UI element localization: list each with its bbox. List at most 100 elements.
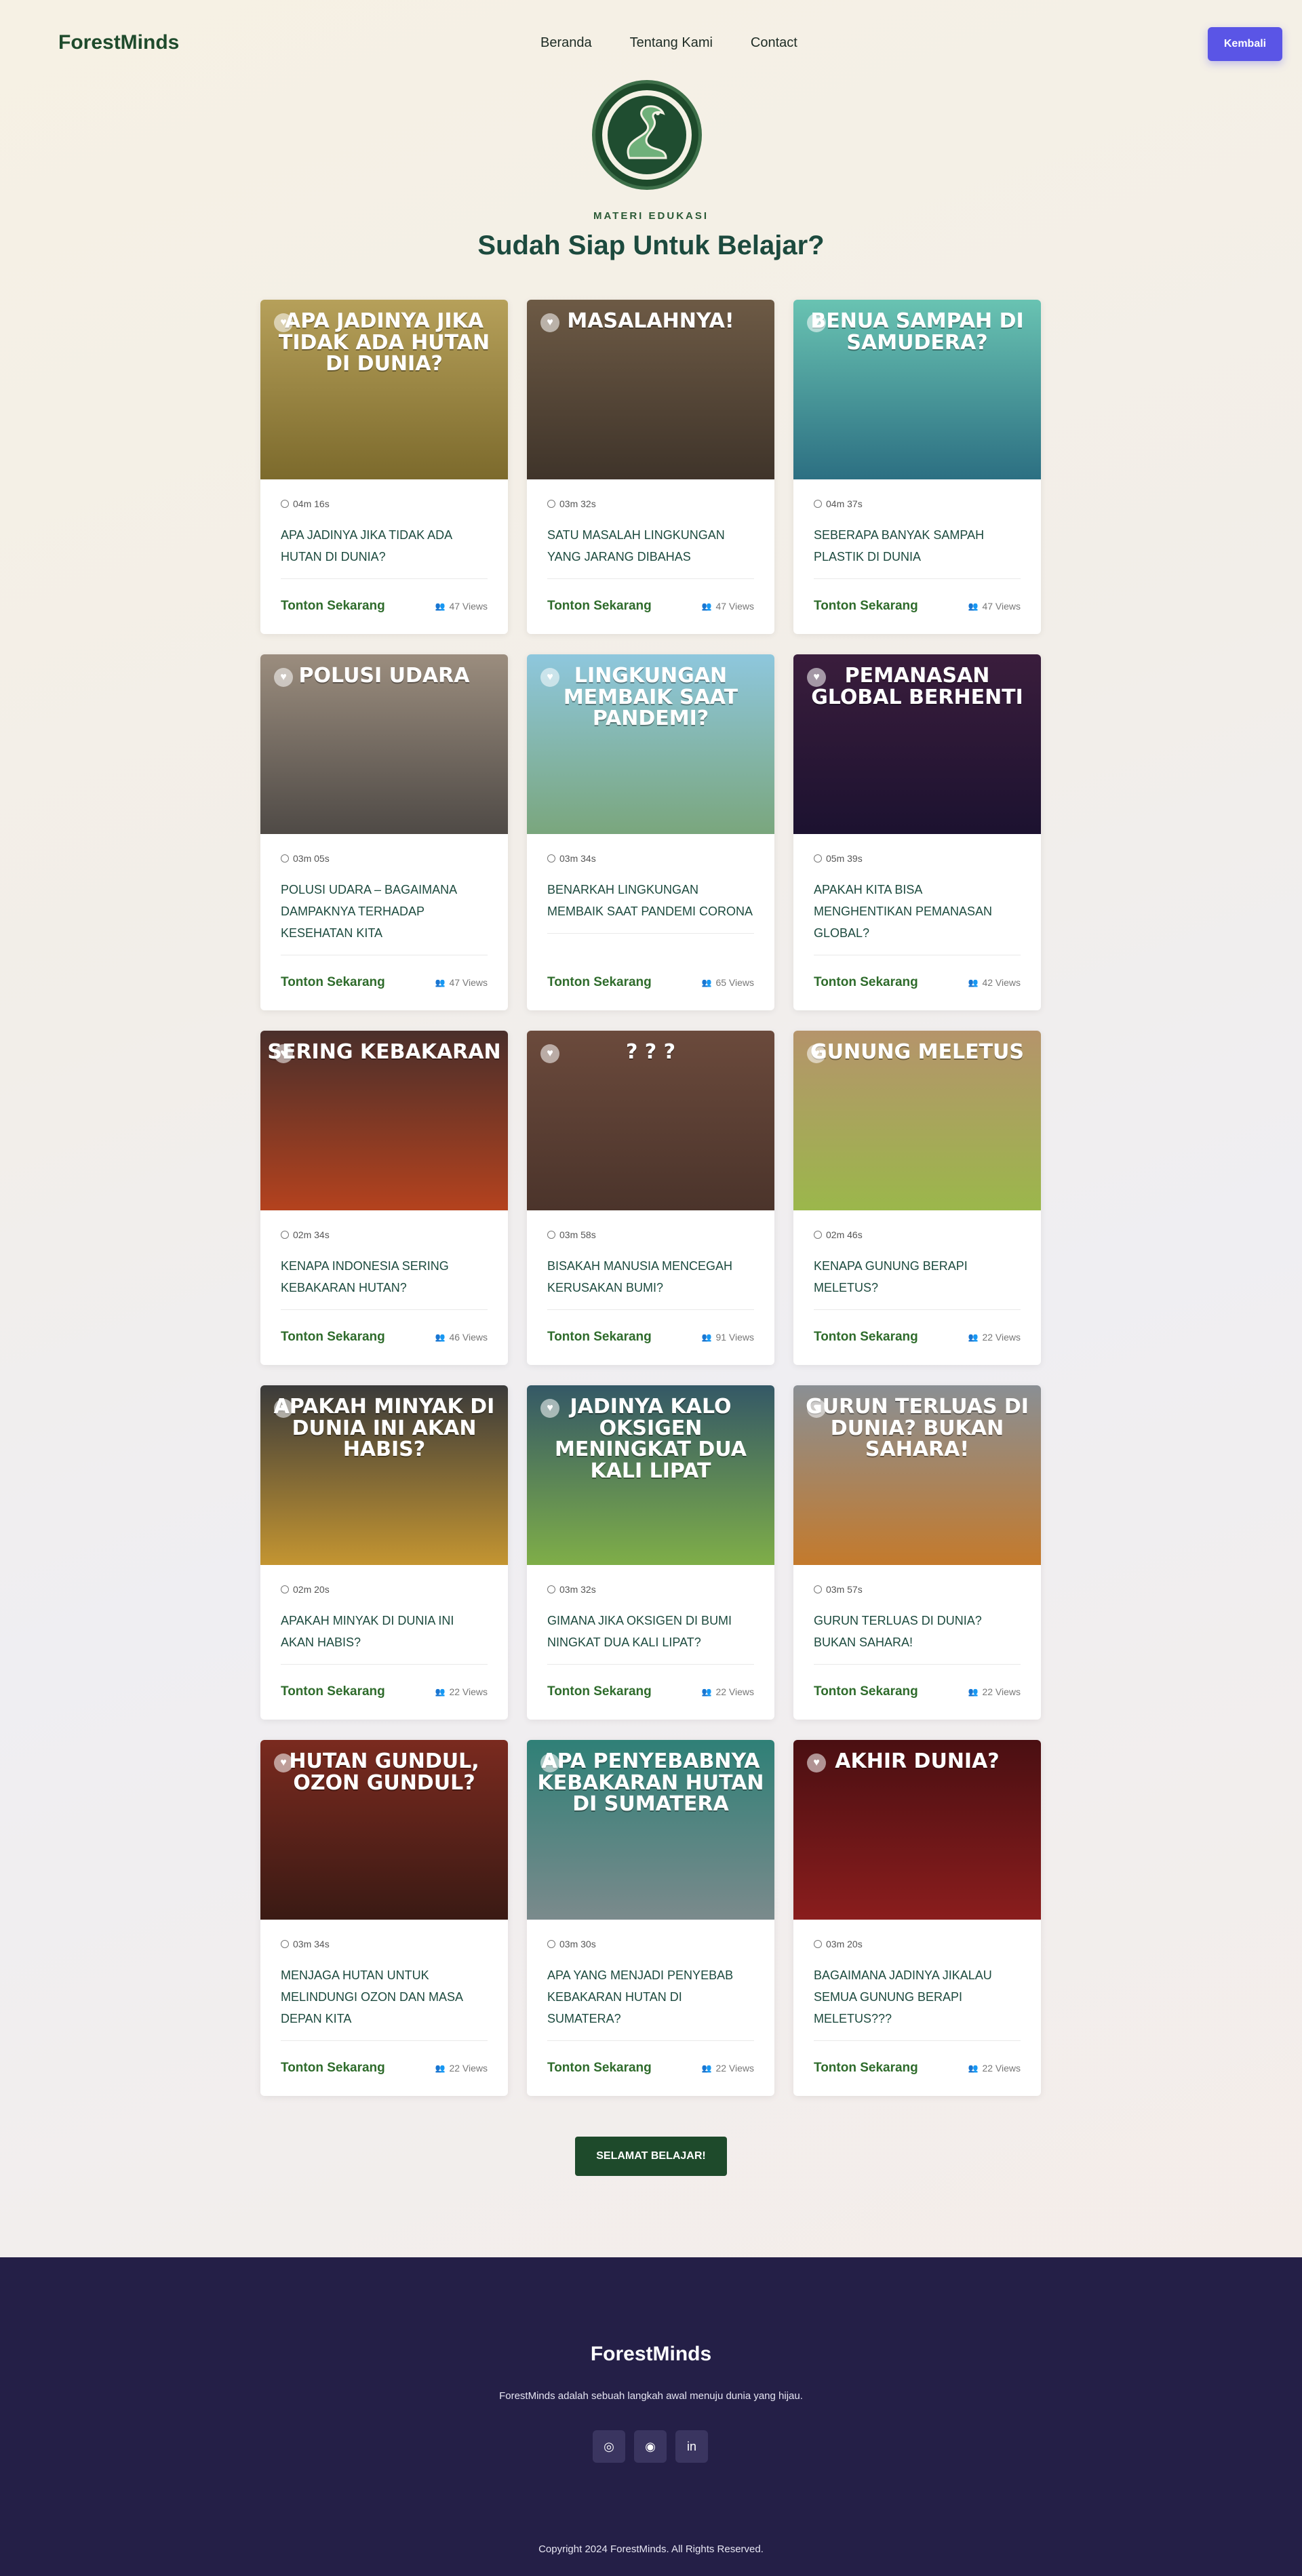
duration: 03m 34s (547, 853, 754, 864)
video-thumbnail[interactable]: ? ? ? ♥ (527, 1031, 774, 1210)
card-body: 03m 34s MENJAGA HUTAN UNTUK MELINDUNGI OZ… (260, 1920, 508, 2041)
video-card[interactable]: PEMANASAN GLOBAL BERHENTI ♥ 05m 39s APAKAH … (793, 654, 1041, 1010)
card-title[interactable]: KENAPA GUNUNG BERAPI MELETUS? (814, 1255, 1021, 1310)
video-thumbnail[interactable]: GUNUNG MELETUS ♥ (793, 1031, 1041, 1210)
heart-icon[interactable]: ♥ (540, 313, 559, 332)
video-card[interactable]: GURUN TERLUAS DI DUNIA? BUKAN SAHARA! ♥ 03… (793, 1385, 1041, 1720)
watch-now-link[interactable]: Tonton Sekarang (281, 1684, 385, 1699)
duration: 05m 39s (814, 853, 1021, 864)
duration: 03m 34s (281, 1939, 488, 1949)
heart-icon[interactable]: ♥ (807, 1399, 826, 1418)
card-title[interactable]: APAKAH KITA BISA MENGHENTIKAN PEMANASAN … (814, 879, 1021, 955)
discord-icon[interactable]: ◉ (634, 2430, 667, 2463)
video-thumbnail[interactable]: GURUN TERLUAS DI DUNIA? BUKAN SAHARA! ♥ (793, 1385, 1041, 1565)
card-title[interactable]: APA JADINYA JIKA TIDAK ADA HUTAN DI DUNI… (281, 524, 488, 579)
finish-button[interactable]: SELAMAT BELAJAR! (575, 2137, 727, 2176)
video-card[interactable]: AKHIR DUNIA? ♥ 03m 20s BAGAIMANA JADINYA JI… (793, 1740, 1041, 2096)
card-body: 02m 20s APAKAH MINYAK DI DUNIA INI AKAN H… (260, 1565, 508, 1665)
watch-now-link[interactable]: Tonton Sekarang (547, 599, 652, 614)
heart-icon[interactable]: ♥ (807, 668, 826, 687)
watch-now-link[interactable]: Tonton Sekarang (547, 975, 652, 990)
heart-icon[interactable]: ♥ (274, 1753, 293, 1772)
video-card[interactable]: ? ? ? ♥ 03m 58s BISAKAH MANUSIA MENCEGAH KE… (527, 1031, 774, 1365)
thumbnail-caption: APAKAH MINYAK DI DUNIA INI AKAN HABIS? (273, 1395, 495, 1461)
clock-icon (814, 1940, 822, 1948)
view-count-text: 22 Views (449, 2063, 488, 2074)
watch-now-link[interactable]: Tonton Sekarang (281, 975, 385, 990)
watch-now-link[interactable]: Tonton Sekarang (814, 2061, 918, 2076)
duration: 03m 20s (814, 1939, 1021, 1949)
heart-icon[interactable]: ♥ (540, 1399, 559, 1418)
nav-link-tentang-kami[interactable]: Tentang Kami (630, 35, 713, 51)
watch-now-link[interactable]: Tonton Sekarang (281, 599, 385, 614)
heart-icon[interactable]: ♥ (274, 668, 293, 687)
video-thumbnail[interactable]: APA PENYEBABNYA KEBAKARAN HUTAN DI SUMAT… (527, 1740, 774, 1920)
video-card[interactable]: BENUA SAMPAH DI SAMUDERA? ♥ 04m 37s SEBERAP… (793, 300, 1041, 634)
card-title[interactable]: GIMANA JIKA OKSIGEN DI BUMI NINGKAT DUA … (547, 1610, 754, 1665)
watch-now-link[interactable]: Tonton Sekarang (547, 1684, 652, 1699)
video-thumbnail[interactable]: APAKAH MINYAK DI DUNIA INI AKAN HABIS? ♥ (260, 1385, 508, 1565)
video-thumbnail[interactable]: MASALAHNYA! ♥ (527, 300, 774, 479)
card-footer: Tonton Sekarang 👥 47 Views (281, 975, 488, 990)
video-card[interactable]: SERING KEBAKARAN ♥ 02m 34s KENAPA INDONESIA… (260, 1031, 508, 1365)
card-title[interactable]: BAGAIMANA JADINYA JIKALAU SEMUA GUNUNG B… (814, 1964, 1021, 2041)
video-card[interactable]: HUTAN GUNDUL, OZON GUNDUL? ♥ 03m 34s MENJAG… (260, 1740, 508, 2096)
heart-icon[interactable]: ♥ (274, 313, 293, 332)
instagram-icon[interactable]: ◎ (593, 2430, 625, 2463)
heart-icon[interactable]: ♥ (807, 1044, 826, 1063)
thumbnail-caption: HUTAN GUNDUL, OZON GUNDUL? (289, 1749, 479, 1795)
heart-icon[interactable]: ♥ (274, 1044, 293, 1063)
video-card[interactable]: JADINYA KALO OKSIGEN MENINGKAT DUA KALI … (527, 1385, 774, 1720)
card-title[interactable]: SATU MASALAH LINGKUNGAN YANG JARANG DIBA… (547, 524, 754, 579)
watch-now-link[interactable]: Tonton Sekarang (281, 1330, 385, 1345)
heart-icon[interactable]: ♥ (807, 313, 826, 332)
card-title[interactable]: APA YANG MENJADI PENYEBAB KEBAKARAN HUTA… (547, 1964, 754, 2041)
video-thumbnail[interactable]: LINGKUNGAN MEMBAIK SAAT PANDEMI? ♥ (527, 654, 774, 834)
brand-logo[interactable]: ForestMinds (58, 31, 179, 54)
heart-icon[interactable]: ♥ (540, 668, 559, 687)
video-thumbnail[interactable]: HUTAN GUNDUL, OZON GUNDUL? ♥ (260, 1740, 508, 1920)
heart-icon[interactable]: ♥ (540, 1044, 559, 1063)
card-title[interactable]: APAKAH MINYAK DI DUNIA INI AKAN HABIS? (281, 1610, 488, 1665)
watch-now-link[interactable]: Tonton Sekarang (814, 1330, 918, 1345)
heart-icon[interactable]: ♥ (274, 1399, 293, 1418)
video-thumbnail[interactable]: BENUA SAMPAH DI SAMUDERA? ♥ (793, 300, 1041, 479)
video-thumbnail[interactable]: PEMANASAN GLOBAL BERHENTI ♥ (793, 654, 1041, 834)
card-title[interactable]: GURUN TERLUAS DI DUNIA? BUKAN SAHARA! (814, 1610, 1021, 1665)
card-title[interactable]: POLUSI UDARA – BAGAIMANA DAMPAKNYA TERHA… (281, 879, 488, 955)
video-card[interactable]: POLUSI UDARA ♥ 03m 05s POLUSI UDARA – BAGAI… (260, 654, 508, 1010)
watch-now-link[interactable]: Tonton Sekarang (814, 1684, 918, 1699)
video-card[interactable]: APA JADINYA JIKA TIDAK ADA HUTAN DI DUNI… (260, 300, 508, 634)
card-title[interactable]: BISAKAH MANUSIA MENCEGAH KERUSAKAN BUMI? (547, 1255, 754, 1310)
thumbnail-caption: SERING KEBAKARAN (267, 1040, 501, 1064)
watch-now-link[interactable]: Tonton Sekarang (547, 1330, 652, 1345)
watch-now-link[interactable]: Tonton Sekarang (814, 975, 918, 990)
nav-link-beranda[interactable]: Beranda (540, 35, 592, 51)
video-card[interactable]: APA PENYEBABNYA KEBAKARAN HUTAN DI SUMAT… (527, 1740, 774, 2096)
video-thumbnail[interactable]: APA JADINYA JIKA TIDAK ADA HUTAN DI DUNI… (260, 300, 508, 479)
watch-now-link[interactable]: Tonton Sekarang (814, 599, 918, 614)
nav-link-contact[interactable]: Contact (751, 35, 797, 51)
linkedin-icon[interactable]: in (675, 2430, 708, 2463)
video-card[interactable]: LINGKUNGAN MEMBAIK SAAT PANDEMI? ♥ 03m 34s… (527, 654, 774, 1010)
heart-icon[interactable]: ♥ (807, 1753, 826, 1772)
duration: 02m 46s (814, 1229, 1021, 1240)
video-thumbnail[interactable]: SERING KEBAKARAN ♥ (260, 1031, 508, 1210)
card-footer: Tonton Sekarang 👥 22 Views (814, 1330, 1021, 1345)
video-card[interactable]: MASALAHNYA! ♥ 03m 32s SATU MASALAH LINGKUNG… (527, 300, 774, 634)
watch-now-link[interactable]: Tonton Sekarang (547, 2061, 652, 2076)
heart-icon[interactable]: ♥ (540, 1753, 559, 1772)
card-title[interactable]: BENARKAH LINGKUNGAN MEMBAIK SAAT PANDEMI… (547, 879, 754, 934)
watch-now-link[interactable]: Tonton Sekarang (281, 2061, 385, 2076)
video-thumbnail[interactable]: JADINYA KALO OKSIGEN MENINGKAT DUA KALI … (527, 1385, 774, 1565)
video-card[interactable]: APAKAH MINYAK DI DUNIA INI AKAN HABIS? ♥ 0… (260, 1385, 508, 1720)
video-thumbnail[interactable]: POLUSI UDARA ♥ (260, 654, 508, 834)
video-card[interactable]: GUNUNG MELETUS ♥ 02m 46s KENAPA GUNUNG BERA… (793, 1031, 1041, 1365)
card-footer: Tonton Sekarang 👥 65 Views (547, 975, 754, 990)
video-thumbnail[interactable]: AKHIR DUNIA? ♥ (793, 1740, 1041, 1920)
card-title[interactable]: MENJAGA HUTAN UNTUK MELINDUNGI OZON DAN … (281, 1964, 488, 2041)
back-button[interactable]: Kembali (1208, 27, 1282, 61)
card-title[interactable]: SEBERAPA BANYAK SAMPAH PLASTIK DI DUNIA (814, 524, 1021, 579)
card-title[interactable]: KENAPA INDONESIA SERING KEBAKARAN HUTAN? (281, 1255, 488, 1310)
clock-icon (281, 1231, 289, 1239)
